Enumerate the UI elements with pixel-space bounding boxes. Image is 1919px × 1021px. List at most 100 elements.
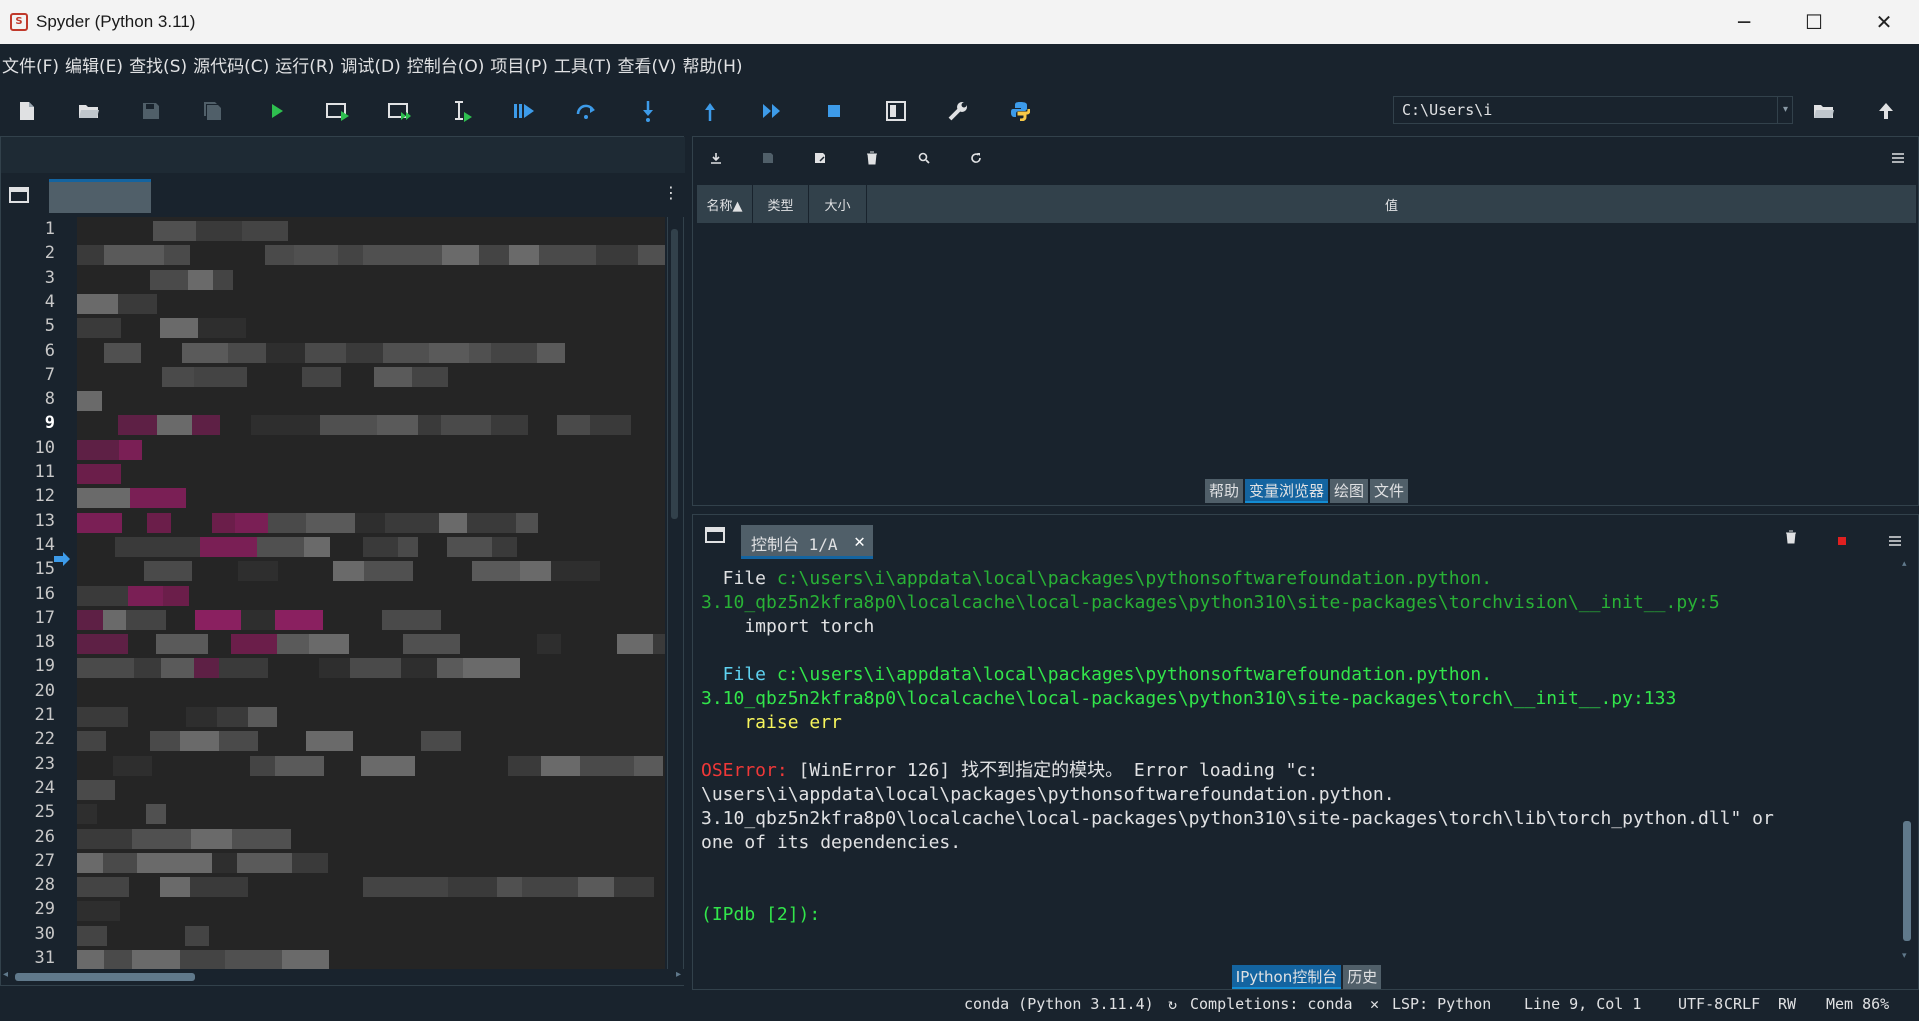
working-directory-dropdown[interactable]: ▾: [1777, 97, 1793, 123]
code-block: [127, 925, 185, 946]
code-block: [189, 585, 222, 606]
code-block: [113, 755, 152, 776]
code-block: [77, 707, 128, 727]
pane-options-icon[interactable]: [9, 187, 29, 207]
parent-directory-icon[interactable]: [1873, 98, 1899, 124]
column-type[interactable]: 类型: [753, 185, 809, 223]
upper-tab-3[interactable]: 文件: [1370, 479, 1409, 503]
close-icon[interactable]: ✕: [854, 531, 865, 552]
lower-tab-1[interactable]: 历史: [1343, 965, 1382, 989]
code-block: [104, 342, 141, 363]
step-icon[interactable]: [573, 98, 599, 124]
menu-item-4[interactable]: 运行(R): [275, 52, 334, 77]
column-size[interactable]: 大小: [809, 185, 867, 223]
console-pane-options-icon[interactable]: [705, 527, 725, 547]
code-block: [128, 634, 156, 655]
editor-menu-icon[interactable]: ⋮: [663, 183, 679, 202]
code-block: [514, 634, 537, 655]
menu-item-7[interactable]: 项目(P): [490, 52, 548, 77]
trash-icon[interactable]: [1785, 529, 1797, 548]
code-block: [128, 585, 163, 606]
line-number: 6: [44, 340, 55, 361]
code-block: [551, 561, 600, 582]
code-block: [77, 269, 107, 290]
console-options-menu-icon[interactable]: [1889, 531, 1901, 550]
menu-item-10[interactable]: 帮助(H): [682, 52, 742, 77]
step-into-icon[interactable]: [635, 98, 661, 124]
line-number: 20: [34, 680, 55, 701]
console-output[interactable]: File c:\users\i\appdata\local\packages\p…: [701, 559, 1897, 961]
code-area[interactable]: [77, 217, 665, 969]
code-block: [508, 755, 541, 776]
code-block: [192, 415, 220, 436]
open-file-icon[interactable]: [76, 98, 102, 124]
debug-icon[interactable]: [511, 98, 537, 124]
menu-item-0[interactable]: 文件(F): [2, 52, 59, 77]
run-cell-advance-icon[interactable]: [387, 98, 413, 124]
wrench-icon[interactable]: [945, 98, 971, 124]
line-number: 23: [34, 753, 55, 774]
new-file-icon[interactable]: [14, 98, 40, 124]
column-value[interactable]: 值: [867, 185, 1917, 223]
minimize-button[interactable]: ─: [1709, 0, 1779, 44]
console-line: import torch: [701, 616, 875, 637]
console-tab[interactable]: 控制台 1/A ✕: [741, 525, 873, 559]
trash-icon[interactable]: [863, 149, 881, 167]
status-completions[interactable]: Completions: conda: [1190, 995, 1353, 1013]
code-block: [190, 877, 248, 898]
status-lsp[interactable]: LSP: Python: [1392, 995, 1491, 1013]
editor-vertical-scrollbar[interactable]: [667, 217, 681, 969]
variable-table-body[interactable]: [695, 225, 1917, 475]
console-line: File c:\users\i\appdata\local\packages\p…: [701, 568, 1493, 589]
code-block: [363, 536, 398, 557]
run-cell-icon[interactable]: [325, 98, 351, 124]
console-scrollbar[interactable]: ▴ ▾: [1899, 559, 1915, 961]
lower-tab-0[interactable]: IPython控制台: [1231, 965, 1342, 989]
editor-file-tab[interactable]: [49, 179, 151, 213]
menu-item-3[interactable]: 源代码(C): [193, 52, 269, 77]
code-block: [248, 877, 307, 898]
code-block: [156, 634, 208, 655]
code-block: [171, 512, 212, 533]
status-encoding: UTF-8: [1678, 995, 1724, 1013]
code-block: [349, 634, 373, 655]
menu-item-2[interactable]: 查找(S): [129, 52, 187, 77]
maximize-pane-icon[interactable]: [883, 98, 909, 124]
menu-item-8[interactable]: 工具(T): [554, 52, 612, 77]
menu-item-6[interactable]: 控制台(O): [407, 52, 485, 77]
column-name[interactable]: 名称▲: [697, 185, 753, 223]
stop-icon[interactable]: [821, 98, 847, 124]
code-block: [237, 852, 292, 873]
code-block: [116, 221, 153, 241]
browse-folder-icon[interactable]: [1811, 98, 1837, 124]
line-number: 18: [34, 632, 55, 653]
save-file-icon: [138, 98, 164, 124]
python-icon[interactable]: [1007, 98, 1033, 124]
upper-tab-1[interactable]: 变量浏览器: [1244, 479, 1328, 503]
close-button[interactable]: ✕: [1849, 0, 1919, 44]
options-menu-icon[interactable]: [1889, 149, 1907, 167]
run-selection-icon[interactable]: [449, 98, 475, 124]
editor-horizontal-scrollbar[interactable]: ◂ ▸: [1, 969, 685, 985]
status-env[interactable]: conda (Python 3.11.4): [964, 995, 1154, 1013]
import-data-icon[interactable]: [707, 149, 725, 167]
upper-tab-0[interactable]: 帮助: [1204, 479, 1243, 503]
menu-item-5[interactable]: 调试(D): [340, 52, 400, 77]
code-block: [220, 415, 251, 436]
menu-item-1[interactable]: 编辑(E): [65, 52, 123, 77]
refresh-icon[interactable]: [967, 149, 985, 167]
code-block: [190, 245, 231, 266]
upper-tab-2[interactable]: 绘图: [1330, 479, 1369, 503]
search-icon[interactable]: [915, 149, 933, 167]
interrupt-kernel-icon[interactable]: [1837, 531, 1847, 550]
status-bar: conda (Python 3.11.4) ↻ Completions: con…: [0, 990, 1919, 1021]
working-directory-input[interactable]: C:\Users\i: [1393, 96, 1793, 124]
step-return-icon[interactable]: [697, 98, 723, 124]
menu-item-9[interactable]: 查看(V): [618, 52, 677, 77]
code-block: [363, 877, 403, 898]
run-icon[interactable]: [264, 98, 290, 124]
maximize-button[interactable]: ☐: [1779, 0, 1849, 44]
save-data-as-icon[interactable]: [811, 149, 829, 167]
continue-icon[interactable]: [759, 98, 785, 124]
